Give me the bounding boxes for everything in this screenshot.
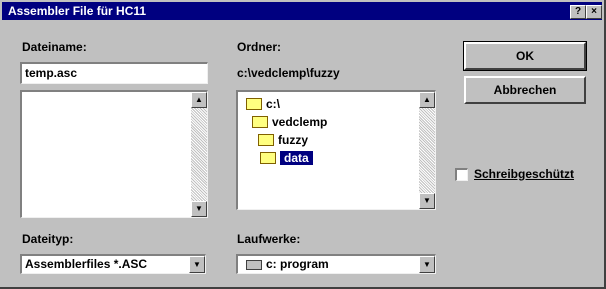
folder-path: c:\vedclemp\fuzzy — [237, 66, 340, 80]
filetype-value: Assemblerfiles *.ASC — [25, 257, 148, 271]
tree-item-fuzzy[interactable]: fuzzy — [258, 132, 308, 148]
scroll-down-icon[interactable]: ▼ — [191, 201, 207, 217]
drive-icon — [246, 259, 262, 270]
folder-label: Ordner: — [237, 40, 282, 54]
open-folder-icon — [252, 115, 268, 128]
filename-value: temp.asc — [25, 66, 78, 80]
open-folder-icon — [258, 133, 274, 146]
close-icon[interactable]: × — [586, 5, 602, 19]
scroll-up-icon[interactable]: ▲ — [419, 92, 435, 108]
help-icon[interactable]: ? — [570, 5, 586, 19]
tree-item-data[interactable]: data — [260, 150, 313, 166]
title-bar[interactable]: Assembler File für HC11 ? × — [2, 2, 602, 20]
chevron-down-icon[interactable]: ▼ — [419, 256, 435, 273]
drives-label: Laufwerke: — [237, 232, 301, 246]
drives-select[interactable]: c: program ▼ — [236, 254, 436, 274]
filetype-label: Dateityp: — [22, 232, 74, 246]
open-folder-icon — [246, 97, 262, 110]
tree-item-root[interactable]: c:\ — [246, 96, 280, 112]
folder-icon — [260, 151, 276, 164]
filename-input[interactable]: temp.asc — [20, 62, 208, 84]
chevron-down-icon[interactable]: ▼ — [189, 256, 205, 273]
drives-value: c: program — [246, 257, 329, 271]
folder-tree-scrollbar[interactable]: ▲ ▼ — [419, 92, 435, 209]
file-dialog: Assembler File für HC11 ? × Dateiname: t… — [0, 0, 606, 289]
file-list[interactable]: ▲ ▼ — [20, 90, 208, 218]
window-title: Assembler File für HC11 — [8, 4, 147, 18]
scroll-down-icon[interactable]: ▼ — [419, 193, 435, 209]
readonly-label[interactable]: Schreibgeschützt — [474, 167, 574, 181]
folder-tree[interactable]: c:\ vedclemp fuzzy data ▲ ▼ — [236, 90, 436, 210]
filename-label: Dateiname: — [22, 40, 87, 54]
file-list-scrollbar[interactable]: ▲ ▼ — [191, 92, 207, 217]
tree-item-vedclemp[interactable]: vedclemp — [252, 114, 327, 130]
scroll-up-icon[interactable]: ▲ — [191, 92, 207, 108]
cancel-button[interactable]: Abbrechen — [464, 76, 586, 104]
ok-button[interactable]: OK — [463, 41, 587, 71]
filetype-select[interactable]: Assemblerfiles *.ASC ▼ — [20, 254, 206, 274]
readonly-checkbox[interactable] — [455, 168, 468, 181]
